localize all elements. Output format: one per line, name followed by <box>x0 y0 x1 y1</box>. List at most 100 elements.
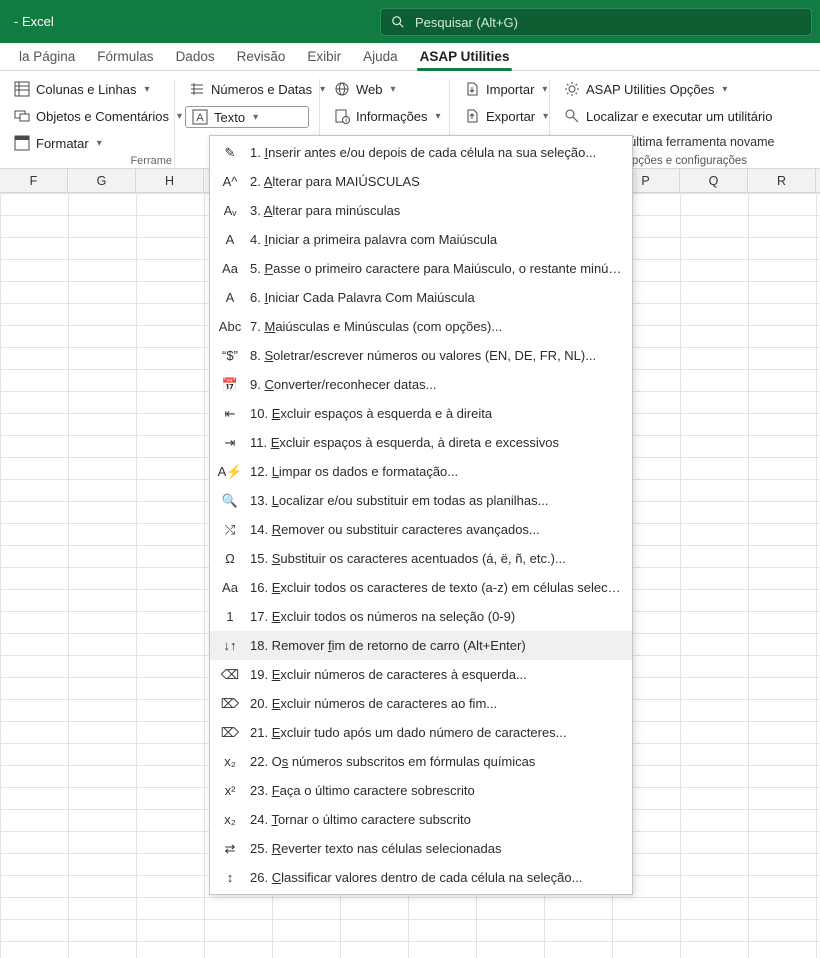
sub-icon: x₂ <box>220 810 240 830</box>
col-header[interactable]: H <box>136 169 204 192</box>
trim-icon: ⇤ <box>220 404 240 424</box>
del-left-icon: ⌫ <box>220 665 240 685</box>
web-icon <box>334 81 350 97</box>
chevron-down-icon: ▾ <box>391 84 396 95</box>
tab-asap-utilities[interactable]: ASAP Utilities <box>409 44 521 70</box>
menu-item-22[interactable]: x₂22. Os números subscritos em fórmulas … <box>210 747 632 776</box>
del-right-icon: ⌦ <box>220 694 240 714</box>
menu-item-7[interactable]: Abc7. Maiúsculas e Minúsculas (com opçõe… <box>210 312 632 341</box>
menu-item-12[interactable]: A⚡ 12. Limpar os dados e formatação... <box>210 457 632 486</box>
tab-data[interactable]: Dados <box>165 44 226 70</box>
menu-item-label: 19. Excluir números de caracteres à esqu… <box>250 667 527 682</box>
menu-item-23[interactable]: x²23. Faça o último caractere sobrescrit… <box>210 776 632 805</box>
menu-item-4[interactable]: A4. Iniciar a primeira palavra com Maiús… <box>210 225 632 254</box>
tab-formulas[interactable]: Fórmulas <box>86 44 164 70</box>
gear-icon <box>564 81 580 97</box>
columns-rows-button[interactable]: Colunas e Linhas ▾ <box>10 79 164 99</box>
menu-item-6[interactable]: A6. Iniciar Cada Palavra Com Maiúscula <box>210 283 632 312</box>
menu-item-17[interactable]: 117. Excluir todos os números na seleção… <box>210 602 632 631</box>
tab-review[interactable]: Revisão <box>226 44 297 70</box>
menu-item-1[interactable]: ✎1. Inserir antes e/ou depois de cada cé… <box>210 138 632 167</box>
text-button[interactable]: A Texto ▾ <box>185 106 309 128</box>
col-header[interactable]: G <box>68 169 136 192</box>
menu-item-24[interactable]: x₂24. Tornar o último caractere subscrit… <box>210 805 632 834</box>
date-icon: 📅 <box>220 375 240 395</box>
menu-item-label: 10. Excluir espaços à esquerda e à direi… <box>250 406 492 421</box>
menu-item-20[interactable]: ⌦20. Excluir números de caracteres ao fi… <box>210 689 632 718</box>
menu-item-label: 26. Classificar valores dentro de cada c… <box>250 870 582 885</box>
web-label: Web <box>356 82 383 97</box>
chevron-down-icon: ▾ <box>722 84 727 95</box>
text-dropdown-menu: ✎1. Inserir antes e/ou depois de cada cé… <box>209 135 633 895</box>
format-icon <box>14 135 30 151</box>
objects-comments-button[interactable]: Objetos e Comentários ▾ <box>10 106 164 126</box>
menu-item-label: 16. Excluir todos os caracteres de texto… <box>250 580 622 595</box>
menu-item-13[interactable]: 🔍13. Localizar e/ou substituir em todas … <box>210 486 632 515</box>
menu-item-10[interactable]: ⇤ 10. Excluir espaços à esquerda e à dire… <box>210 399 632 428</box>
menu-item-9[interactable]: 📅9. Converter/reconhecer datas... <box>210 370 632 399</box>
search-box[interactable]: Pesquisar (Alt+G) <box>380 8 812 36</box>
Aa-icon: Aa <box>220 578 240 598</box>
format-button[interactable]: Formatar ▾ <box>10 133 164 153</box>
menu-item-18[interactable]: ↓↑18. Remover fim de retorno de carro (A… <box>210 631 632 660</box>
menu-item-25[interactable]: ⇄25. Reverter texto nas células selecion… <box>210 834 632 863</box>
menu-item-26[interactable]: ↕ 26. Classificar valores dentro de cada … <box>210 863 632 892</box>
menu-item-label: 2. Alterar para MAIÚSCULAS <box>250 174 420 189</box>
menu-item-14[interactable]: ⤭14. Remover ou substituir caracteres av… <box>210 515 632 544</box>
menu-item-15[interactable]: Ω15. Substituir os caracteres acentuados… <box>210 544 632 573</box>
sort-icon: ↕ <box>220 868 240 888</box>
col-header[interactable]: R <box>748 169 816 192</box>
col-header[interactable]: F <box>0 169 68 192</box>
tab-help[interactable]: Ajuda <box>352 44 409 70</box>
replace-icon: ⤭ <box>220 520 240 540</box>
info-icon: i <box>334 108 350 124</box>
asap-options-button[interactable]: ASAP Utilities Opções ▾ <box>560 79 810 99</box>
clean-icon: A⚡ <box>220 462 240 482</box>
export-icon <box>464 108 480 124</box>
info-button[interactable]: i Informações ▾ <box>330 106 439 126</box>
svg-text:i: i <box>345 118 346 124</box>
web-button[interactable]: Web ▾ <box>330 79 439 99</box>
menu-item-label: 3. Alterar para minúsculas <box>250 203 400 218</box>
menu-item-label: 11. Excluir espaços à esquerda, à direta… <box>250 435 559 450</box>
menu-item-label: 1. Inserir antes e/ou depois de cada cél… <box>250 145 596 160</box>
col-header[interactable]: Q <box>680 169 748 192</box>
chevron-down-icon: ▾ <box>543 111 548 122</box>
chevron-down-icon: ▾ <box>97 138 102 149</box>
menu-item-16[interactable]: Aa 16. Excluir todos os caracteres de tex… <box>210 573 632 602</box>
menu-item-label: 12. Limpar os dados e formatação... <box>250 464 458 479</box>
menu-item-21[interactable]: ⌦21. Excluir tudo após um dado número de… <box>210 718 632 747</box>
tab-view[interactable]: Exibir <box>296 44 352 70</box>
menu-item-5[interactable]: Aa5. Passe o primeiro caractere para Mai… <box>210 254 632 283</box>
cap-first-icon: A <box>220 288 240 308</box>
tab-page-layout[interactable]: la Página <box>8 44 86 70</box>
find-icon <box>564 108 580 124</box>
export-label: Exportar <box>486 109 535 124</box>
menu-item-2[interactable]: A^ 2. Alterar para MAIÚSCULAS <box>210 167 632 196</box>
find-icon: 🔍 <box>220 491 240 511</box>
omega-icon: Ω <box>220 549 240 569</box>
cr-icon: ↓↑ <box>220 636 240 656</box>
menu-item-3[interactable]: Aᵥ3. Alterar para minúsculas <box>210 196 632 225</box>
ribbon-tabs: la Página Fórmulas Dados Revisão Exibir … <box>0 43 820 71</box>
app-title: - Excel <box>14 14 54 29</box>
objects-comments-label: Objetos e Comentários <box>36 109 169 124</box>
find-run-button[interactable]: Localizar e executar um utilitário <box>560 106 810 126</box>
numbers-dates-label: Números e Datas <box>211 82 312 97</box>
menu-item-11[interactable]: ⇥11. Excluir espaços à esquerda, à diret… <box>210 428 632 457</box>
import-button[interactable]: Importar ▾ <box>460 79 539 99</box>
chevron-down-icon: ▾ <box>144 84 149 95</box>
chevron-down-icon: ▾ <box>542 84 547 95</box>
menu-item-label: 21. Excluir tudo após um dado número de … <box>250 725 567 740</box>
menu-item-8[interactable]: “$”8. Soletrar/escrever números ou valor… <box>210 341 632 370</box>
menu-item-19[interactable]: ⌫ 19. Excluir números de caracteres à esq… <box>210 660 632 689</box>
text-icon: A <box>192 109 208 125</box>
find-run-label: Localizar e executar um utilitário <box>586 109 772 124</box>
reverse-icon: ⇄ <box>220 839 240 859</box>
Aa-icon: Aa <box>220 259 240 279</box>
menu-item-label: 8. Soletrar/escrever números ou valores … <box>250 348 596 363</box>
uppercase-icon: A^ <box>220 172 240 192</box>
search-icon <box>391 15 405 29</box>
numbers-dates-button[interactable]: Números e Datas ▾ <box>185 79 309 99</box>
export-button[interactable]: Exportar ▾ <box>460 106 539 126</box>
